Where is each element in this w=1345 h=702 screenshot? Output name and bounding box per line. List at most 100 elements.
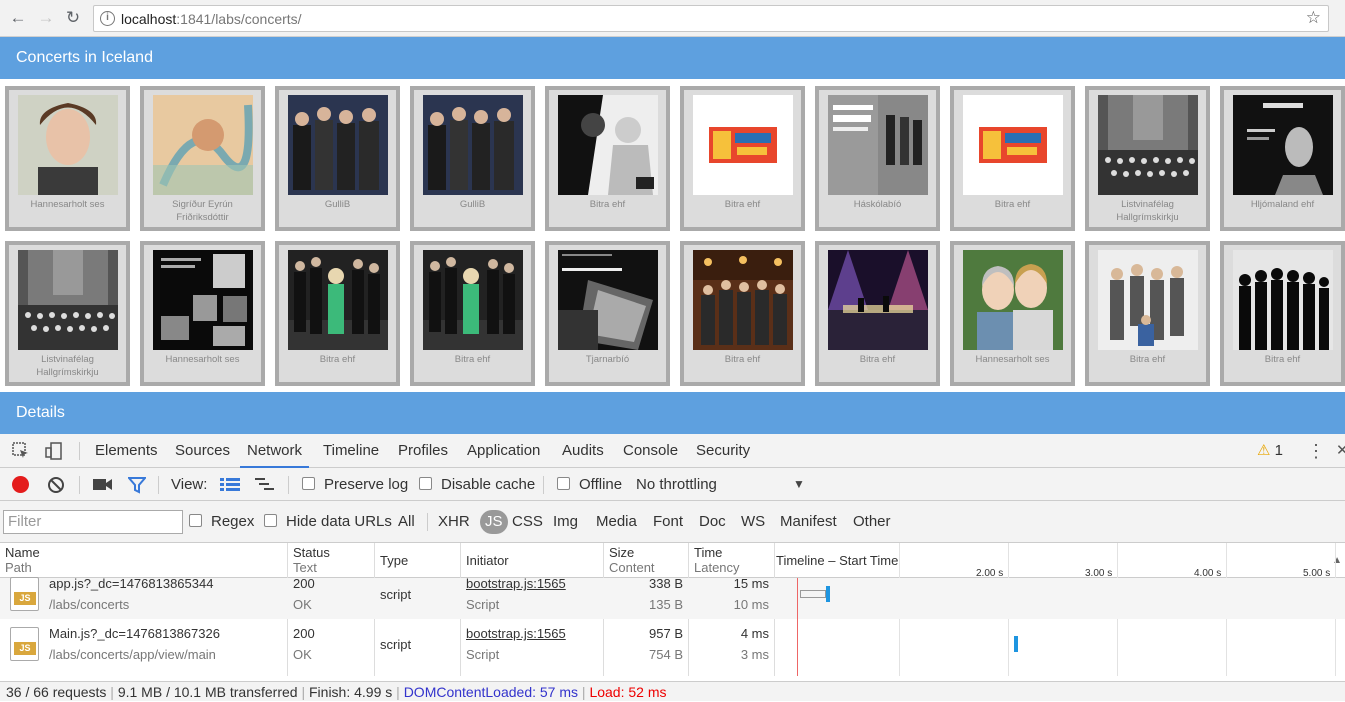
tab-audits[interactable]: Audits	[562, 434, 604, 468]
tab-elements[interactable]: Elements	[95, 434, 158, 468]
tab-sources[interactable]: Sources	[175, 434, 230, 468]
concert-card[interactable]: Bitra ehf	[1220, 241, 1345, 386]
concert-thumbnail[interactable]	[153, 250, 253, 350]
screenshot-camera-icon[interactable]	[93, 477, 113, 492]
filter-type-ws[interactable]: WS	[741, 513, 765, 530]
concert-thumbnail[interactable]	[963, 250, 1063, 350]
concert-card[interactable]: Bitra ehf	[680, 86, 805, 231]
concert-thumbnail[interactable]	[288, 95, 388, 195]
filter-type-media[interactable]: Media	[596, 513, 637, 530]
concert-card[interactable]: GulliB	[275, 86, 400, 231]
tab-timeline[interactable]: Timeline	[323, 434, 379, 468]
preserve-log-checkbox[interactable]	[302, 477, 315, 490]
filter-type-doc[interactable]: Doc	[699, 513, 726, 530]
concert-thumbnail[interactable]	[1233, 95, 1333, 195]
clear-icon[interactable]	[47, 476, 65, 494]
throttling-dropdown-icon[interactable]: ▼	[793, 468, 805, 501]
concert-thumbnail[interactable]	[693, 95, 793, 195]
concert-thumbnail[interactable]	[1098, 95, 1198, 195]
concert-card[interactable]: Sigríður Eyrún Friðriksdóttir	[140, 86, 265, 231]
name-column-header[interactable]: Name Path	[5, 545, 40, 575]
concert-card[interactable]: Tjarnarbíó	[545, 241, 670, 386]
tab-application[interactable]: Application	[467, 434, 540, 468]
regex-checkbox[interactable]	[189, 514, 202, 527]
filter-type-xhr[interactable]: XHR	[438, 513, 470, 530]
request-row[interactable]: JS app.js?_dc=1476813865344/labs/concerts…	[0, 576, 1345, 619]
request-row[interactable]: JS Main.js?_dc=1476813867326/labs/concert…	[0, 619, 1345, 669]
offline-checkbox[interactable]	[557, 477, 570, 490]
concert-thumbnail[interactable]	[288, 250, 388, 350]
large-rows-icon[interactable]	[220, 477, 240, 492]
tab-network[interactable]: Network	[240, 434, 310, 468]
filter-type-other[interactable]: Other	[853, 513, 891, 530]
concert-card[interactable]: Háskólabíó	[815, 86, 940, 231]
disable-cache-checkbox[interactable]	[419, 477, 432, 490]
concert-card[interactable]: Listvinafélag Hallgrímskirkju	[5, 241, 130, 386]
overview-waterfall-icon[interactable]	[255, 477, 275, 492]
request-initiator[interactable]: bootstrap.js:1565 Script	[466, 573, 566, 615]
record-icon[interactable]	[12, 476, 29, 493]
tab-security[interactable]: Security	[696, 434, 750, 468]
concert-card[interactable]: Bitra ehf	[410, 241, 535, 386]
concert-thumbnail[interactable]	[153, 95, 253, 195]
more-options-icon[interactable]: ⋮	[1307, 434, 1325, 468]
throttling-select[interactable]: No throttling	[636, 468, 717, 501]
concert-thumbnail[interactable]	[828, 250, 928, 350]
timeline-column-header[interactable]: Timeline – Start Time	[776, 553, 898, 568]
device-toolbar-icon[interactable]	[45, 442, 63, 460]
concert-card[interactable]: Hannesarholt ses	[140, 241, 265, 386]
concert-card[interactable]: Listvinafélag Hallgrímskirkju	[1085, 86, 1210, 231]
concert-thumbnail[interactable]	[423, 250, 523, 350]
concert-card[interactable]: Bitra ehf	[545, 86, 670, 231]
info-icon[interactable]: i	[100, 11, 115, 26]
concert-card[interactable]: Bitra ehf	[680, 241, 805, 386]
warning-indicator[interactable]: ⚠ 1	[1257, 434, 1283, 468]
concert-card[interactable]: Bitra ehf	[950, 86, 1075, 231]
scroll-up-icon[interactable]: ▲	[1332, 555, 1342, 566]
concert-thumbnail[interactable]	[558, 250, 658, 350]
concert-thumbnail[interactable]	[18, 95, 118, 195]
filter-type-img[interactable]: Img	[553, 513, 578, 530]
initiator-column-header[interactable]: Initiator	[466, 553, 509, 568]
filter-type-css[interactable]: CSS	[512, 513, 543, 530]
concert-thumbnail[interactable]	[1233, 250, 1333, 350]
tab-console[interactable]: Console	[623, 434, 678, 468]
filter-type-font[interactable]: Font	[653, 513, 683, 530]
filter-type-js[interactable]: JS	[480, 510, 508, 534]
filter-type-all[interactable]: All	[398, 513, 415, 530]
concert-card[interactable]: GulliB	[410, 86, 535, 231]
concert-thumbnail[interactable]	[18, 250, 118, 350]
hide-data-urls-checkbox[interactable]	[264, 514, 277, 527]
inspect-element-icon[interactable]	[12, 442, 30, 460]
back-icon[interactable]: ←	[8, 8, 28, 28]
size-column-header[interactable]: Size Content	[609, 545, 655, 575]
concert-card[interactable]: Hannesarholt ses	[950, 241, 1075, 386]
time-column-header[interactable]: Time Latency	[694, 545, 740, 575]
concert-card[interactable]: Bitra ehf	[1085, 241, 1210, 386]
concert-thumbnail[interactable]	[828, 95, 928, 195]
concert-card[interactable]: Bitra ehf	[815, 241, 940, 386]
concert-card[interactable]: Hannesarholt ses	[5, 86, 130, 231]
filter-icon[interactable]	[128, 476, 146, 494]
bookmark-star-icon[interactable]: ☆	[1306, 8, 1321, 28]
filter-input[interactable]: Filter	[3, 510, 183, 534]
address-bar[interactable]: i localhost:1841/labs/concerts/ ☆	[93, 5, 1329, 32]
concert-thumbnail[interactable]	[423, 95, 523, 195]
concert-card[interactable]: Bitra ehf	[275, 241, 400, 386]
request-name[interactable]: Main.js?_dc=1476813867326/labs/concerts/…	[49, 623, 220, 665]
filter-type-manifest[interactable]: Manifest	[780, 513, 837, 530]
concert-thumbnail[interactable]	[1098, 250, 1198, 350]
forward-icon[interactable]: →	[36, 8, 56, 28]
status-column-header[interactable]: Status Text	[293, 545, 330, 575]
request-initiator[interactable]: bootstrap.js:1565 Script	[466, 623, 566, 665]
url-text[interactable]: localhost:1841/labs/concerts/	[121, 11, 302, 27]
concert-card[interactable]: Hljómaland ehf	[1220, 86, 1345, 231]
request-name[interactable]: app.js?_dc=1476813865344/labs/concerts	[49, 573, 213, 615]
concert-thumbnail[interactable]	[693, 250, 793, 350]
type-column-header[interactable]: Type	[380, 553, 408, 568]
reload-icon[interactable]: ↻	[63, 8, 83, 28]
concert-thumbnail[interactable]	[963, 95, 1063, 195]
close-devtools-icon[interactable]: ✕	[1336, 434, 1345, 468]
tab-profiles[interactable]: Profiles	[398, 434, 448, 468]
concert-thumbnail[interactable]	[558, 95, 658, 195]
